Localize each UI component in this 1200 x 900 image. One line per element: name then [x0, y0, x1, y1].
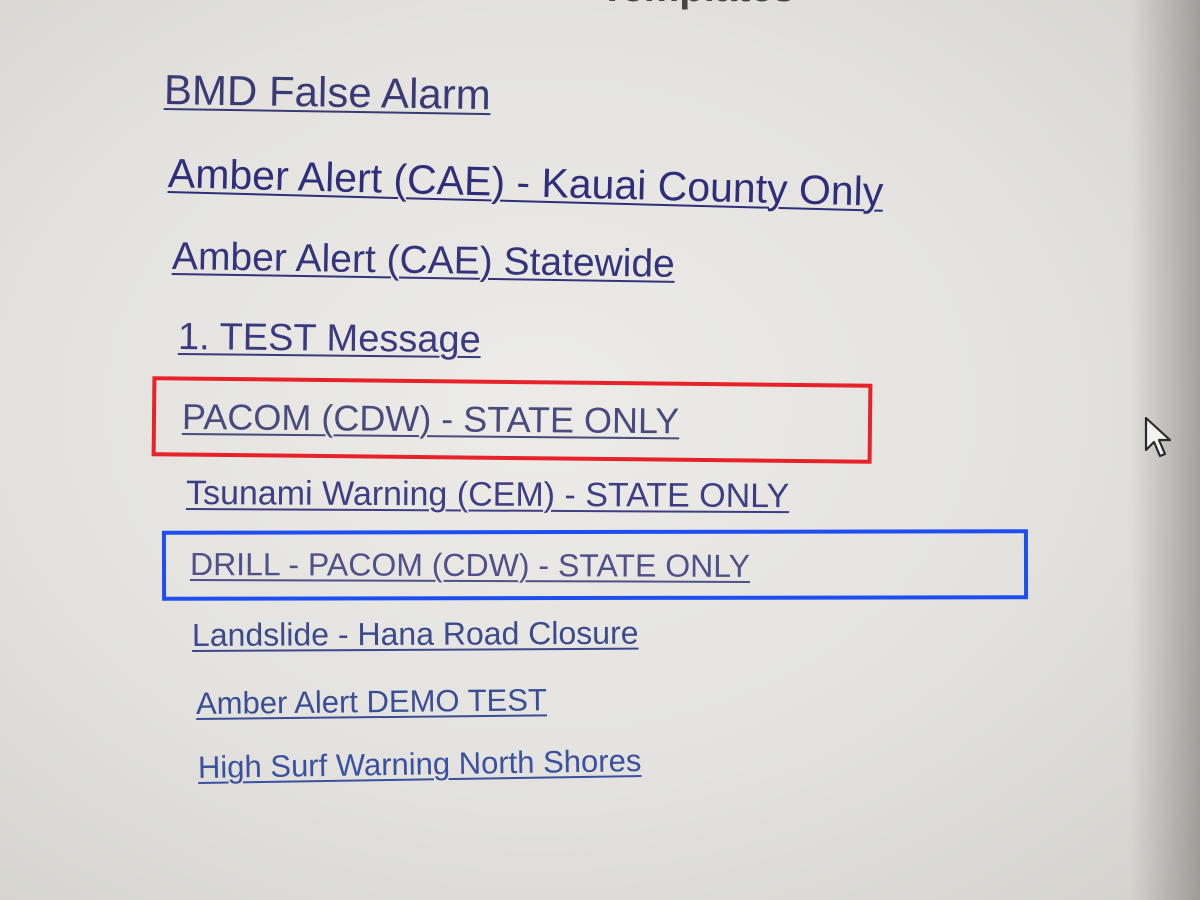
template-link-amber-alert-statewide[interactable]: Amber Alert (CAE) Statewide	[172, 235, 675, 287]
template-link-high-surf-warning[interactable]: High Surf Warning North Shores	[198, 743, 642, 786]
template-link-bmd-false-alarm[interactable]: BMD False Alarm	[164, 66, 491, 119]
template-link-tsunami-warning[interactable]: Tsunami Warning (CEM) - STATE ONLY	[186, 474, 789, 516]
mouse-pointer-icon	[1144, 416, 1172, 458]
template-link-amber-alert-kauai[interactable]: Amber Alert (CAE) - Kauai County Only	[167, 150, 883, 216]
blue-highlight-box	[161, 529, 1029, 601]
template-link-landslide-hana-road[interactable]: Landslide - Hana Road Closure	[192, 615, 639, 654]
red-highlight-box	[151, 376, 873, 464]
template-link-test-message[interactable]: 1. TEST Message	[178, 316, 481, 362]
template-link-amber-alert-demo-test[interactable]: Amber Alert DEMO TEST	[196, 682, 547, 722]
